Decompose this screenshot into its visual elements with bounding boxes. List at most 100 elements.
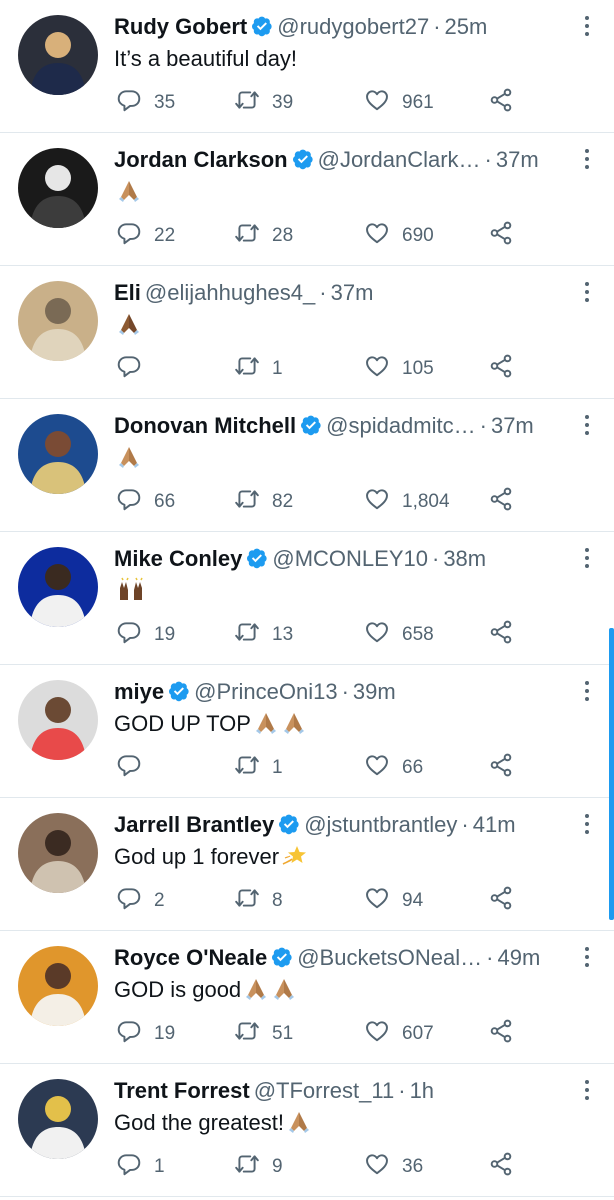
author-handle[interactable]: @rudygobert27	[277, 14, 429, 39]
tweet-timestamp[interactable]: 38m	[443, 546, 486, 571]
more-options-icon[interactable]	[582, 1080, 592, 1104]
like-button[interactable]: 105	[364, 354, 434, 384]
more-options-icon[interactable]	[582, 548, 592, 572]
share-button[interactable]	[488, 1152, 514, 1182]
tweet-timestamp[interactable]: 49m	[497, 945, 540, 970]
like-button[interactable]: 690	[364, 221, 434, 251]
heart-icon	[364, 1151, 390, 1183]
tweet-timestamp[interactable]: 37m	[496, 147, 539, 172]
tweet-timestamp[interactable]: 37m	[331, 280, 374, 305]
retweet-button[interactable]: 39	[234, 88, 293, 118]
avatar[interactable]	[18, 680, 98, 760]
like-button[interactable]: 1,804	[364, 487, 450, 517]
author-name[interactable]: Mike Conley	[114, 546, 242, 571]
like-button[interactable]: 961	[364, 88, 434, 118]
retweet-button[interactable]: 13	[234, 620, 293, 650]
author-name[interactable]: Donovan Mitchell	[114, 413, 296, 438]
author-name[interactable]: miye	[114, 679, 164, 704]
author-name[interactable]: Royce O'Neale	[114, 945, 267, 970]
share-button[interactable]	[488, 354, 514, 384]
avatar[interactable]	[18, 148, 98, 228]
tweet-timestamp[interactable]: 1h	[410, 1078, 434, 1103]
retweet-button[interactable]: 28	[234, 221, 293, 251]
retweet-button[interactable]: 1	[234, 753, 283, 783]
reply-button[interactable]: 19	[116, 1019, 175, 1049]
tweet-item[interactable]: Rudy Gobert @rudygobert27 · 25m It’s a beaut…	[0, 0, 614, 133]
more-options-icon[interactable]	[582, 282, 592, 306]
author-handle[interactable]: @PrinceOni13	[194, 679, 337, 704]
author-name[interactable]: Eli	[114, 280, 141, 305]
heart-icon	[364, 87, 390, 119]
avatar[interactable]	[18, 547, 98, 627]
author-handle[interactable]: @TForrest_11	[254, 1078, 395, 1103]
retweet-button[interactable]: 1	[234, 354, 283, 384]
share-button[interactable]	[488, 753, 514, 783]
more-options-icon[interactable]	[582, 814, 592, 838]
share-button[interactable]	[488, 221, 514, 251]
author-handle[interactable]: @BucketsONeal…	[297, 945, 482, 970]
more-options-icon[interactable]	[582, 681, 592, 705]
more-options-icon[interactable]	[582, 149, 592, 173]
avatar[interactable]	[18, 1079, 98, 1159]
verified-badge-icon	[271, 946, 293, 968]
retweet-button[interactable]: 9	[234, 1152, 283, 1182]
author-handle[interactable]: @MCONLEY10	[272, 546, 428, 571]
tweet-item[interactable]: Jordan Clarkson @JordanClark… · 37m 22 28 690	[0, 133, 614, 266]
verified-badge-icon	[246, 547, 268, 569]
author-handle[interactable]: @jstuntbrantley	[304, 812, 457, 837]
tweet-timestamp[interactable]: 37m	[491, 413, 534, 438]
author-name[interactable]: Jarrell Brantley	[114, 812, 274, 837]
tweet-item[interactable]: Trent Forrest @TForrest_11 · 1h God the grea…	[0, 1064, 614, 1197]
retweet-button[interactable]: 51	[234, 1019, 293, 1049]
avatar[interactable]	[18, 414, 98, 494]
reply-button[interactable]: 35	[116, 88, 175, 118]
reply-button[interactable]: 1	[116, 1152, 165, 1182]
tweet-item[interactable]: Jarrell Brantley @jstuntbrantley · 41m God u…	[0, 798, 614, 931]
author-name[interactable]: Rudy Gobert	[114, 14, 247, 39]
more-options-icon[interactable]	[582, 947, 592, 971]
reply-button[interactable]: 19	[116, 620, 175, 650]
more-options-icon[interactable]	[582, 16, 592, 40]
share-button[interactable]	[488, 1019, 514, 1049]
retweet-count: 1	[272, 358, 283, 379]
author-name[interactable]: Jordan Clarkson	[114, 147, 288, 172]
reply-button[interactable]: 22	[116, 221, 175, 251]
share-button[interactable]	[488, 88, 514, 118]
folded-hands-dark-emoji	[116, 310, 142, 344]
retweet-button[interactable]: 82	[234, 487, 293, 517]
like-button[interactable]: 607	[364, 1019, 434, 1049]
more-options-icon[interactable]	[582, 415, 592, 439]
reply-button[interactable]: 2	[116, 886, 165, 916]
avatar[interactable]	[18, 281, 98, 361]
tweet-item[interactable]: Donovan Mitchell @spidadmitc… · 37m 66 82 1,80…	[0, 399, 614, 532]
like-button[interactable]: 658	[364, 620, 434, 650]
share-icon	[488, 885, 514, 917]
share-button[interactable]	[488, 487, 514, 517]
tweet-item[interactable]: Royce O'Neale @BucketsONeal… · 49m GOD is go…	[0, 931, 614, 1064]
tweet-item[interactable]: Mike Conley @MCONLEY10 · 38m 19 13 658	[0, 532, 614, 665]
author-name[interactable]: Trent Forrest	[114, 1078, 250, 1103]
tweet-item[interactable]: Eli @elijahhughes4_ · 37m 1 105	[0, 266, 614, 399]
avatar[interactable]	[18, 15, 98, 95]
retweet-button[interactable]: 8	[234, 886, 283, 916]
reply-button[interactable]: 66	[116, 487, 175, 517]
author-handle[interactable]: @JordanClark…	[318, 147, 481, 172]
tweet-item[interactable]: miye @PrinceOni13 · 39m GOD UP TOP 1 66	[0, 665, 614, 798]
author-handle[interactable]: @spidadmitc…	[326, 413, 476, 438]
share-button[interactable]	[488, 886, 514, 916]
tweet-timestamp[interactable]: 41m	[473, 812, 516, 837]
share-button[interactable]	[488, 620, 514, 650]
reply-button[interactable]	[116, 354, 154, 384]
reply-icon	[116, 885, 142, 917]
reply-button[interactable]	[116, 753, 154, 783]
avatar[interactable]	[18, 946, 98, 1026]
tweet-timestamp[interactable]: 25m	[445, 14, 488, 39]
tweet-text: GOD is good	[114, 975, 574, 1009]
like-button[interactable]: 36	[364, 1152, 423, 1182]
scrollbar-thumb[interactable]	[609, 628, 614, 920]
author-handle[interactable]: @elijahhughes4_	[145, 280, 315, 305]
tweet-timestamp[interactable]: 39m	[353, 679, 396, 704]
like-button[interactable]: 94	[364, 886, 423, 916]
like-button[interactable]: 66	[364, 753, 423, 783]
avatar[interactable]	[18, 813, 98, 893]
